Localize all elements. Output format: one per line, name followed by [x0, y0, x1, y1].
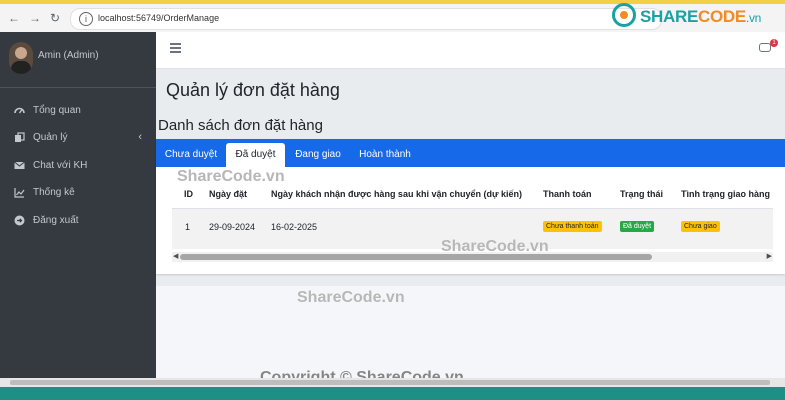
forward-icon[interactable]: →	[29, 11, 41, 25]
column-header-delivery: Tình trạng giao hàng	[681, 189, 770, 199]
cell-expected-date: 16-02-2025	[271, 222, 318, 232]
dashboard-icon	[14, 105, 25, 116]
sharecode-logo: SHARECODE.vn	[612, 2, 777, 32]
envelope-icon	[14, 160, 25, 171]
address-bar[interactable]: i localhost:56749/OrderManage	[70, 8, 662, 30]
sharecode-logo-icon	[612, 3, 636, 27]
column-header-status: Trạng thái	[620, 189, 664, 199]
column-header-id: ID	[184, 189, 193, 199]
page-title: Quản lý đơn đặt hàng	[166, 80, 340, 100]
notification-badge: 1	[770, 39, 778, 47]
logo-text-share: SHARE	[640, 7, 699, 26]
cell-id: 1	[185, 222, 191, 232]
watermark-text: ShareCode.vn	[441, 238, 549, 255]
scroll-left-icon[interactable]: ◀	[173, 252, 178, 262]
reload-icon[interactable]: ↻	[50, 11, 60, 25]
table-header-divider	[172, 208, 773, 209]
page-scrollbar-thumb[interactable]	[10, 380, 770, 385]
column-header-expected-date: Ngày khách nhận được hàng sau khi vận ch…	[271, 189, 522, 199]
tab-completed[interactable]: Hoàn thành	[350, 143, 420, 167]
page-horizontal-scrollbar[interactable]	[0, 378, 785, 387]
avatar[interactable]	[9, 42, 33, 74]
messages-icon[interactable]	[759, 43, 771, 52]
payment-status-badge: Chưa thanh toán	[543, 221, 602, 232]
copy-icon	[14, 132, 25, 143]
scroll-right-icon[interactable]: ▶	[767, 252, 772, 262]
watermark-text: ShareCode.vn	[177, 168, 285, 185]
tab-pending[interactable]: Chưa duyệt	[159, 143, 223, 167]
logout-icon	[14, 215, 25, 226]
watermark-text: ShareCode.vn	[297, 289, 405, 306]
scrollbar-thumb[interactable]	[180, 254, 652, 260]
chevron-left-icon[interactable]: ‹	[138, 131, 142, 143]
sidebar-item-chat[interactable]: Chat với KH	[0, 156, 156, 176]
sidebar-item-label: Đăng xuất	[33, 215, 79, 226]
tab-shipping[interactable]: Đang giao	[289, 143, 347, 167]
sidebar-item-logout[interactable]: Đăng xuất	[0, 211, 156, 231]
sidebar-item-label: Tổng quan	[33, 105, 81, 116]
user-name[interactable]: Amin (Admin)	[38, 50, 99, 61]
sidebar-item-label: Chat với KH	[33, 160, 88, 171]
sharecode-logo-text: SHARECODE.vn	[640, 7, 761, 27]
tab-bar: Chưa duyệt Đã duyệt Đang giao Hoàn thành	[156, 139, 785, 167]
chart-icon	[14, 187, 25, 198]
column-header-payment: Thanh toán	[543, 189, 592, 199]
bottom-bar	[0, 387, 785, 400]
order-status-badge: Đã duyệt	[620, 221, 655, 232]
info-icon[interactable]: i	[79, 12, 93, 26]
sidebar-item-overview[interactable]: Tổng quan	[0, 101, 156, 121]
tab-approved[interactable]: Đã duyệt	[226, 143, 285, 167]
sidebar-item-label: Thống kê	[33, 187, 75, 198]
column-header-order-date: Ngày đặt	[209, 189, 248, 199]
top-navbar: 1	[156, 32, 785, 69]
cell-order-date: 29-09-2024	[209, 222, 256, 232]
section-title: Danh sách đơn đặt hàng	[158, 117, 323, 134]
delivery-status-badge: Chưa giao	[681, 221, 720, 232]
url-text: localhost:56749/OrderManage	[98, 13, 220, 23]
sidebar-item-statistics[interactable]: Thống kê	[0, 183, 156, 203]
sidebar-item-label: Quản lý	[33, 132, 68, 143]
logo-text-suffix: .vn	[745, 11, 762, 25]
menu-toggle-icon[interactable]	[170, 43, 181, 53]
back-icon[interactable]: ←	[8, 11, 20, 25]
sidebar-item-manage[interactable]: Quản lý ‹	[0, 128, 156, 148]
content-area	[156, 286, 785, 378]
sidebar-divider	[0, 87, 156, 88]
sidebar: Amin (Admin) Tổng quan Quản lý ‹ Chat vớ…	[0, 32, 156, 378]
logo-text-code: CODE	[698, 7, 746, 26]
